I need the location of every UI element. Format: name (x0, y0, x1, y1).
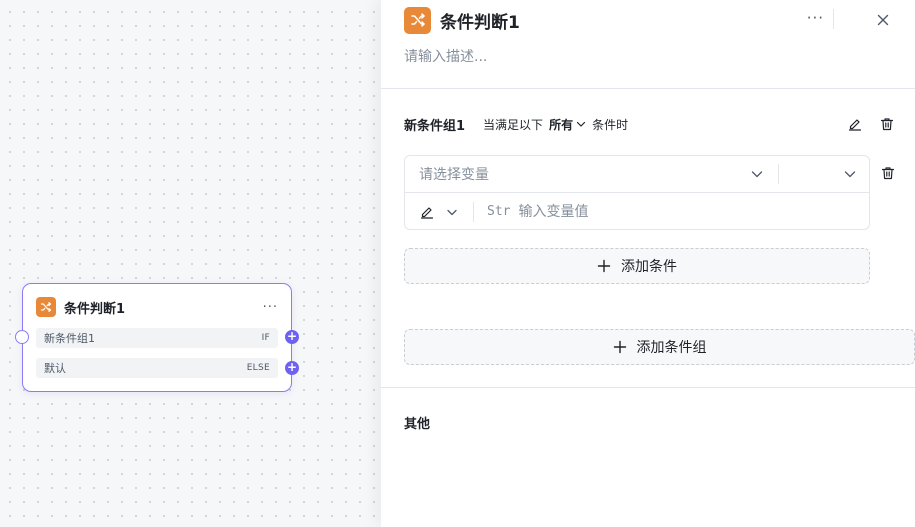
condition-value-row: Str (405, 193, 869, 230)
chevron-down-icon (576, 121, 586, 127)
other-section-title: 其他 (404, 417, 431, 432)
variable-select-placeholder: 请选择变量 (419, 167, 489, 183)
add-condition-group-button[interactable]: 添加条件组 (404, 329, 915, 365)
condition-group-header: 新条件组1 当满足以下 所有 条件时 (404, 113, 897, 135)
value-mode-toggle[interactable] (405, 193, 473, 230)
match-mode-select[interactable]: 所有 (549, 116, 586, 133)
chevron-down-icon (844, 171, 856, 178)
node-input-port[interactable] (15, 330, 29, 344)
node-title: 条件判断1 (64, 301, 126, 317)
delete-group-button[interactable] (877, 114, 897, 134)
condition-selectors: 请选择变量 (405, 156, 869, 193)
node-branch-label: 新条件组1 (44, 332, 95, 345)
pencil-icon (420, 206, 434, 219)
divider (381, 387, 915, 388)
node-header: 条件判断1 ··· (36, 297, 278, 317)
node-branch-if: 新条件组1 IF (36, 328, 278, 348)
more-icon[interactable]: ··· (807, 9, 824, 27)
condition-row: 请选择变量 Str (404, 155, 870, 230)
node-output-port-if[interactable]: + (285, 330, 299, 344)
workflow-canvas[interactable]: 条件判断1 ··· 新条件组1 IF 默认 ELSE + + (0, 0, 381, 527)
add-condition-label: 添加条件 (621, 259, 677, 275)
close-icon (877, 14, 889, 26)
shuffle-icon (404, 6, 431, 34)
value-divider (473, 201, 474, 222)
condition-group-title: 新条件组1 (404, 118, 466, 134)
value-type-tag: Str (487, 204, 511, 219)
add-condition-group-label: 添加条件组 (636, 340, 707, 356)
match-mode-value: 所有 (549, 117, 574, 132)
plus-icon (597, 259, 611, 273)
trash-icon (880, 118, 894, 131)
plus-icon (613, 340, 626, 354)
condition-group-prefix: 当满足以下 (483, 117, 544, 132)
node-output-port-else[interactable]: + (285, 361, 299, 375)
shuffle-icon (36, 297, 56, 317)
edit-group-button[interactable] (845, 114, 865, 134)
operator-select[interactable] (779, 156, 869, 192)
node-settings-panel: 条件判断1 ··· 新条件组1 当满足以下 所有 条件时 (381, 0, 915, 527)
node-branch-tag: IF (261, 333, 270, 343)
pencil-icon (848, 119, 862, 131)
variable-select[interactable]: 请选择变量 (405, 156, 778, 192)
description-input[interactable] (404, 45, 884, 69)
node-branch-label: 默认 (44, 362, 66, 375)
delete-condition-button[interactable] (878, 163, 898, 183)
panel-header: 条件判断1 ··· (404, 6, 897, 34)
chevron-down-icon (447, 209, 457, 215)
add-condition-button[interactable]: 添加条件 (404, 248, 870, 284)
divider (381, 88, 915, 89)
chevron-down-icon (751, 171, 763, 178)
panel-title[interactable]: 条件判断1 (440, 8, 520, 33)
close-button[interactable] (869, 6, 897, 34)
condition-group-suffix: 条件时 (592, 117, 629, 132)
node-branch-tag: ELSE (246, 363, 270, 373)
condition-node[interactable]: 条件判断1 ··· 新条件组1 IF 默认 ELSE + + (15, 283, 299, 392)
header-divider (833, 9, 834, 29)
node-branch-else: 默认 ELSE (36, 358, 278, 378)
trash-icon (881, 167, 895, 180)
variable-value-input[interactable] (518, 196, 869, 227)
node-more-icon[interactable]: ··· (263, 301, 278, 314)
